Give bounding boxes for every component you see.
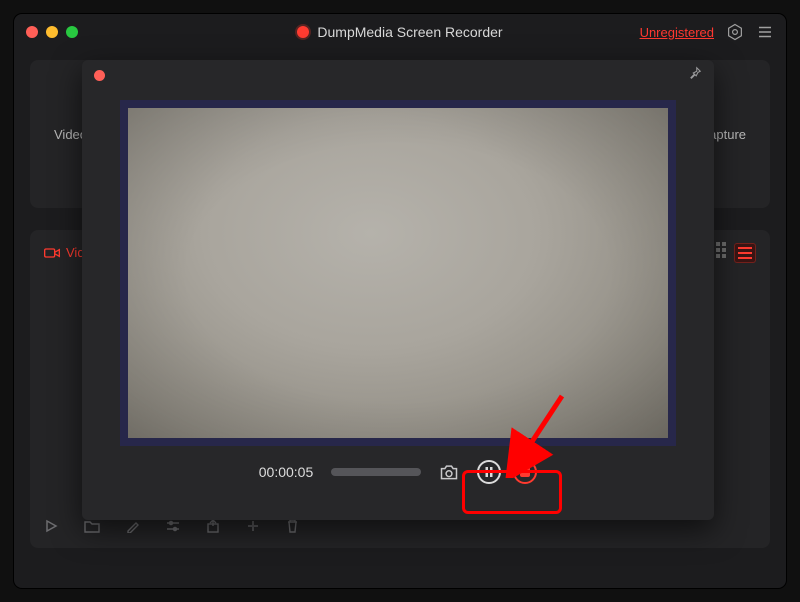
recording-preview <box>128 108 668 438</box>
minimize-window-button[interactable] <box>46 26 58 38</box>
compress-icon[interactable] <box>246 519 260 538</box>
menu-icon[interactable] <box>756 23 774 41</box>
titlebar: DumpMedia Screen Recorder Unregistered <box>14 14 786 50</box>
delete-icon[interactable] <box>286 519 299 538</box>
recording-timer: 00:00:05 <box>259 464 314 480</box>
recording-controls: 00:00:05 <box>82 460 714 484</box>
list-view-icon[interactable] <box>734 243 756 263</box>
settings-icon[interactable] <box>726 23 744 41</box>
pin-icon[interactable] <box>688 66 702 85</box>
stop-button[interactable] <box>513 460 537 484</box>
edit-icon[interactable] <box>126 519 140 538</box>
play-icon[interactable] <box>44 519 58 538</box>
export-icon[interactable] <box>206 519 220 538</box>
library-toolbar <box>44 519 756 538</box>
view-toggle <box>710 242 756 263</box>
window-controls <box>26 26 78 38</box>
sliders-icon[interactable] <box>166 519 180 538</box>
screenshot-icon[interactable] <box>439 463 459 481</box>
preview-vignette <box>128 108 668 438</box>
preview-frame <box>120 100 676 446</box>
app-title: DumpMedia Screen Recorder <box>317 24 502 40</box>
recording-progress[interactable] <box>331 468 421 476</box>
recording-overlay: 00:00:05 <box>82 60 714 520</box>
folder-icon[interactable] <box>84 519 100 538</box>
close-window-button[interactable] <box>26 26 38 38</box>
overlay-titlebar <box>82 60 714 90</box>
stop-icon <box>520 467 530 477</box>
overlay-close-button[interactable] <box>94 70 105 81</box>
pause-button[interactable] <box>477 460 501 484</box>
pause-stop-group <box>477 460 537 484</box>
license-status-link[interactable]: Unregistered <box>640 25 714 40</box>
maximize-window-button[interactable] <box>66 26 78 38</box>
record-indicator-icon <box>297 26 309 38</box>
